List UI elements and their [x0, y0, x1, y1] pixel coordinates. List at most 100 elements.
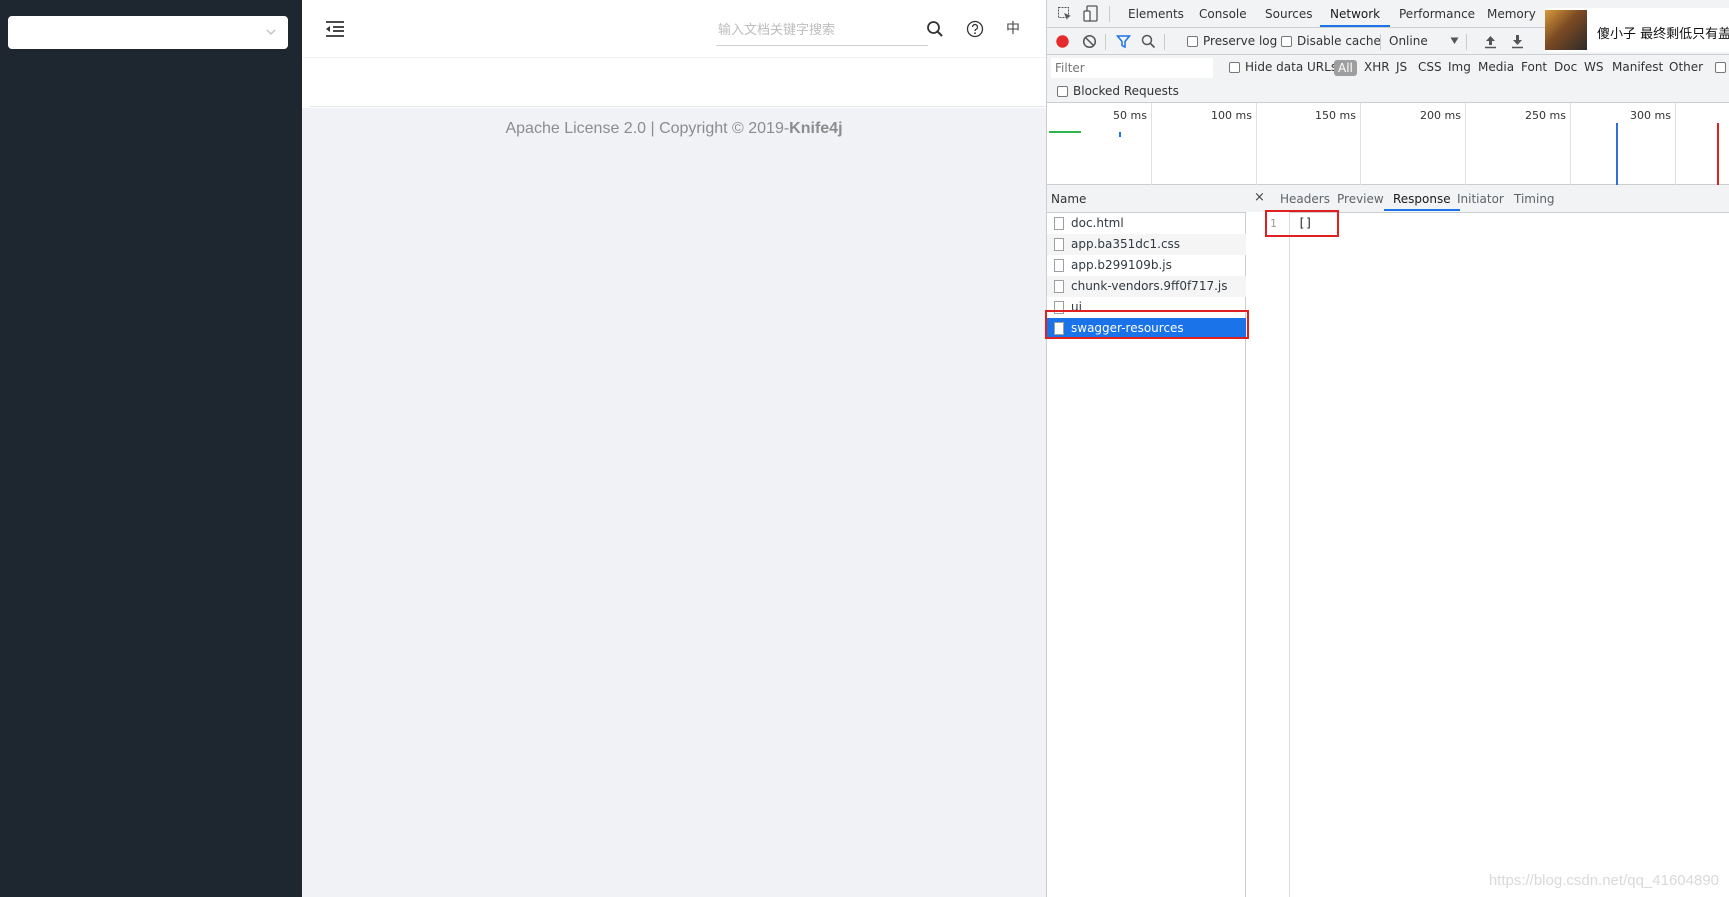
request-row-doc[interactable]: doc.html [1047, 213, 1246, 234]
footer-brand: Knife4j [789, 120, 843, 137]
hide-data-urls-label: Hide data URLs [1245, 60, 1338, 74]
file-icon [1054, 259, 1064, 272]
timeline-tick-label: 200 ms [1420, 109, 1461, 122]
preserve-log-label: Preserve log [1203, 34, 1278, 48]
tab-performance[interactable]: Performance [1399, 7, 1475, 21]
filter-input[interactable] [1051, 58, 1213, 78]
disable-cache-checkbox[interactable] [1281, 36, 1292, 47]
timeline-gridline [1151, 103, 1152, 185]
request-name: app.ba351dc1.css [1071, 237, 1181, 251]
timeline-gridline [1675, 103, 1676, 185]
timeline-tick-label: 50 ms [1113, 109, 1147, 122]
type-filter-doc[interactable]: Doc [1554, 60, 1577, 74]
notification-popup[interactable]: 傻小子 最终剩低只有盖耻 [1545, 8, 1729, 52]
blocked-requests-checkbox[interactable] [1057, 86, 1068, 97]
file-icon [1054, 280, 1064, 293]
type-filter-xhr[interactable]: XHR [1364, 60, 1390, 74]
type-filter-all[interactable]: All [1334, 60, 1357, 76]
timeline-tick-label: 150 ms [1315, 109, 1356, 122]
file-icon [1054, 301, 1064, 314]
timeline-tick-label: 250 ms [1525, 109, 1566, 122]
timeline-gridline [1256, 103, 1257, 185]
blocked-requests-label: Blocked Requests [1073, 84, 1179, 98]
dropdown-arrow-icon[interactable] [1450, 37, 1459, 45]
tab-sources[interactable]: Sources [1265, 7, 1312, 21]
request-detail-pane: × Headers Preview Response Initiator Tim… [1246, 185, 1729, 897]
app-tab-strip [310, 64, 1046, 107]
toolbar-divider [1109, 6, 1110, 22]
line-number-gutter [1246, 212, 1290, 897]
load-event-marker [1717, 123, 1719, 185]
type-filter-css[interactable]: CSS [1418, 60, 1442, 74]
timeline-tick-label: 300 ms [1630, 109, 1671, 122]
tab-headers[interactable]: Headers [1280, 192, 1330, 206]
footer-year: 2019- [743, 120, 790, 137]
tab-memory[interactable]: Memory [1487, 7, 1536, 21]
request-row-css[interactable]: app.ba351dc1.css [1047, 234, 1246, 255]
name-column-header[interactable]: Name [1047, 185, 1246, 213]
type-filter-ws[interactable]: WS [1584, 60, 1603, 74]
app-sidebar [0, 0, 302, 897]
search-icon[interactable] [924, 18, 946, 40]
request-row-swagger-resources[interactable]: swagger-resources [1047, 318, 1246, 339]
language-toggle[interactable]: 中 [1006, 18, 1020, 38]
tab-timing[interactable]: Timing [1514, 192, 1555, 206]
copyright-icon: © [732, 120, 744, 137]
filter-icon[interactable] [1116, 34, 1131, 49]
request-row-vendors-js[interactable]: chunk-vendors.9ff0f717.js [1047, 276, 1246, 297]
type-filter-js[interactable]: JS [1396, 60, 1407, 74]
notification-thumbnail [1545, 10, 1587, 50]
type-filter-font[interactable]: Font [1521, 60, 1547, 74]
tab-elements[interactable]: Elements [1128, 7, 1184, 21]
detail-tabbar: × Headers Preview Response Initiator Tim… [1246, 185, 1729, 213]
request-row-app-js[interactable]: app.b299109b.js [1047, 255, 1246, 276]
type-filter-media[interactable]: Media [1478, 60, 1514, 74]
import-har-icon[interactable] [1484, 34, 1497, 49]
toolbar-divider [1105, 34, 1106, 50]
hide-data-urls-checkbox[interactable] [1229, 62, 1240, 73]
group-select[interactable] [8, 16, 288, 49]
tab-response[interactable]: Response [1384, 192, 1460, 211]
inspect-element-icon[interactable] [1057, 6, 1073, 22]
footer-text: Apache License 2.0 | Copyright © 2019-Kn… [302, 120, 1046, 138]
devtools-panel: Elements Console Sources Network Perform… [1045, 0, 1729, 897]
record-icon[interactable] [1055, 34, 1070, 49]
preserve-log-checkbox[interactable] [1187, 36, 1198, 47]
toolbar-divider [1164, 34, 1165, 50]
file-icon [1054, 238, 1064, 251]
notification-text: 傻小子 最终剩低只有盖耻 [1597, 27, 1729, 42]
footer-license: Apache License 2.0 | Copyright [505, 120, 732, 137]
tab-preview[interactable]: Preview [1337, 192, 1384, 206]
search-input[interactable] [716, 16, 928, 46]
disable-cache-label: Disable cache [1297, 34, 1381, 48]
menu-fold-icon[interactable] [324, 18, 346, 40]
has-blocked-cookies-checkbox[interactable] [1715, 62, 1726, 73]
type-filter-manifest[interactable]: Manifest [1612, 60, 1663, 74]
network-overview-timeline[interactable]: 50 ms 100 ms 150 ms 200 ms 250 ms 300 ms [1047, 103, 1729, 185]
request-name: ui [1071, 300, 1082, 314]
tab-initiator[interactable]: Initiator [1457, 192, 1504, 206]
watermark: https://blog.csdn.net/qq_41604890 [1488, 872, 1719, 889]
help-icon[interactable] [964, 18, 986, 40]
type-filter-other[interactable]: Other [1669, 60, 1703, 74]
close-icon[interactable]: × [1254, 190, 1265, 205]
name-column-label: Name [1051, 192, 1087, 206]
tab-network[interactable]: Network [1319, 7, 1391, 27]
app-content [302, 108, 1046, 897]
request-row-ui[interactable]: ui [1047, 297, 1246, 318]
timeline-gridline [1570, 103, 1571, 185]
timeline-gridline [1465, 103, 1466, 185]
export-har-icon[interactable] [1511, 34, 1524, 49]
response-body[interactable]: [] [1298, 216, 1312, 230]
timeline-request-bar [1119, 132, 1121, 137]
clear-icon[interactable] [1082, 34, 1097, 49]
timeline-request-bar [1049, 131, 1081, 133]
request-name: chunk-vendors.9ff0f717.js [1071, 279, 1228, 293]
type-filter-img[interactable]: Img [1448, 60, 1471, 74]
timeline-gridline [1360, 103, 1361, 185]
throttling-select[interactable]: Online [1389, 34, 1428, 48]
device-toolbar-icon[interactable] [1083, 5, 1099, 22]
search-icon[interactable] [1141, 34, 1156, 49]
tab-console[interactable]: Console [1199, 7, 1247, 21]
file-icon [1054, 322, 1064, 335]
